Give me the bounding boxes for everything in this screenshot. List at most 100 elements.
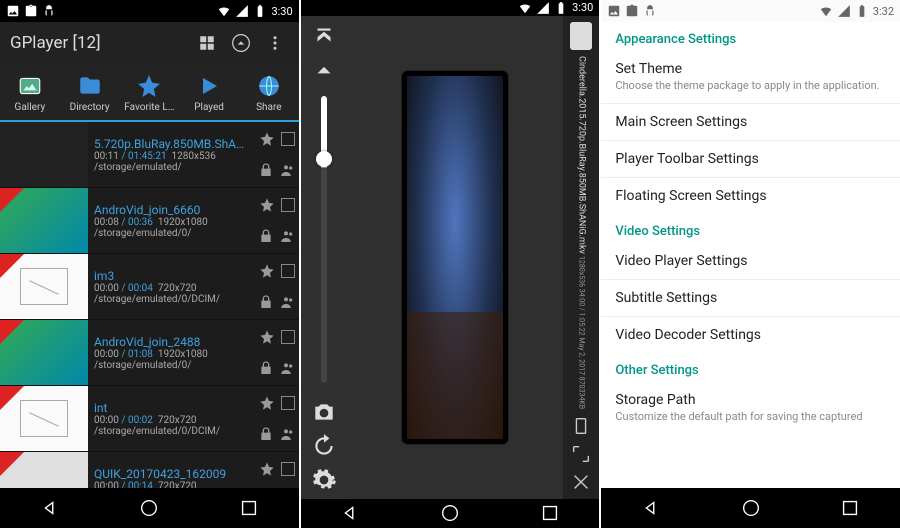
recents-button[interactable] bbox=[839, 497, 861, 519]
video-frame bbox=[407, 76, 503, 438]
nav-bar bbox=[601, 488, 900, 528]
list-item[interactable]: im3 00:00 / 00:04 720x720 /storage/emula… bbox=[0, 254, 299, 320]
app-bar: GPlayer [12] bbox=[0, 22, 299, 64]
video-path: /storage/emulated/ bbox=[94, 162, 249, 173]
lock-icon[interactable] bbox=[258, 294, 274, 310]
signal-icon bbox=[536, 1, 550, 15]
checkbox[interactable] bbox=[281, 462, 295, 476]
repeat-button[interactable] bbox=[311, 433, 337, 459]
overflow-menu-button[interactable] bbox=[261, 29, 289, 57]
tab-directory[interactable]: Directory bbox=[60, 64, 120, 120]
star-icon[interactable] bbox=[259, 197, 275, 213]
thumbnail bbox=[0, 188, 88, 253]
back-button[interactable] bbox=[640, 497, 662, 519]
tab-label: Played bbox=[194, 102, 224, 113]
lock-icon[interactable] bbox=[258, 228, 274, 244]
checkbox[interactable] bbox=[281, 330, 295, 344]
list-item[interactable]: QUIK_20170423_162009 00:00 / 00:14 720x7… bbox=[0, 452, 299, 488]
row-actions bbox=[255, 122, 299, 187]
close-button[interactable] bbox=[570, 471, 592, 493]
tabs: Gallery Directory Favorite L… Played Sha… bbox=[0, 64, 299, 122]
folder-icon bbox=[76, 72, 104, 100]
recents-button[interactable] bbox=[238, 497, 260, 519]
list-item[interactable]: AndroVid_join_6660 00:08 / 00:36 1920x10… bbox=[0, 188, 299, 254]
skip-start-button[interactable] bbox=[311, 22, 337, 48]
lock-icon[interactable] bbox=[258, 426, 274, 442]
new-badge bbox=[0, 254, 24, 278]
settings-item-player-toolbar[interactable]: Player Toolbar Settings bbox=[601, 140, 900, 177]
panel-gplayer-list: 3:30 GPlayer [12] Gallery Directory Favo… bbox=[0, 0, 299, 528]
grid-view-button[interactable] bbox=[193, 29, 221, 57]
video-meta: 1280x536 34:00 / 1:05:22 May 2, 2017 870… bbox=[577, 256, 585, 409]
up-arrow-button[interactable] bbox=[227, 29, 255, 57]
star-icon[interactable] bbox=[259, 461, 275, 477]
tab-favorite[interactable]: Favorite L… bbox=[119, 64, 179, 120]
settings-item-storage-path[interactable]: Storage Path Customize the default path … bbox=[601, 382, 900, 434]
settings-header: Video Settings bbox=[601, 214, 900, 243]
thumbnail bbox=[0, 320, 88, 385]
star-icon[interactable] bbox=[259, 329, 275, 345]
settings-header: Other Settings bbox=[601, 353, 900, 382]
checkbox[interactable] bbox=[281, 198, 295, 212]
battery-icon bbox=[253, 4, 267, 18]
video-path: /storage/emulated/0/ bbox=[94, 228, 249, 239]
settings-item-video-decoder[interactable]: Video Decoder Settings bbox=[601, 316, 900, 353]
group-icon[interactable] bbox=[280, 228, 296, 244]
player-toolbar bbox=[301, 16, 347, 499]
settings-title: Set Theme bbox=[615, 61, 886, 77]
checkbox[interactable] bbox=[281, 132, 295, 146]
star-icon[interactable] bbox=[259, 263, 275, 279]
video-list[interactable]: 5.720p.BluRay.850MB.ShA… 00:11 / 01:45:2… bbox=[0, 122, 299, 488]
settings-item-video-player[interactable]: Video Player Settings bbox=[601, 243, 900, 279]
fullscreen-button[interactable] bbox=[570, 443, 592, 465]
back-button[interactable] bbox=[39, 497, 61, 519]
settings-item-main-screen[interactable]: Main Screen Settings bbox=[601, 103, 900, 140]
seek-slider[interactable] bbox=[321, 96, 327, 383]
wifi-icon bbox=[217, 4, 231, 18]
gear-icon[interactable] bbox=[311, 467, 337, 493]
settings-subtitle: Choose the theme package to apply in the… bbox=[615, 79, 886, 93]
checkbox[interactable] bbox=[281, 396, 295, 410]
list-item[interactable]: int 00:00 / 00:02 720x720 /storage/emula… bbox=[0, 386, 299, 452]
list-item[interactable]: 5.720p.BluRay.850MB.ShA… 00:11 / 01:45:2… bbox=[0, 122, 299, 188]
home-button[interactable] bbox=[740, 497, 762, 519]
status-time: 3:30 bbox=[271, 5, 292, 18]
rotate-button[interactable] bbox=[570, 415, 592, 437]
wifi-icon bbox=[819, 4, 833, 18]
camera-button[interactable] bbox=[311, 399, 337, 425]
lock-icon[interactable] bbox=[258, 360, 274, 376]
tab-played[interactable]: Played bbox=[179, 64, 239, 120]
slider-thumb[interactable] bbox=[316, 151, 332, 167]
home-button[interactable] bbox=[138, 497, 160, 519]
settings-item-set-theme[interactable]: Set Theme Choose the theme package to ap… bbox=[601, 51, 900, 103]
video-filename: Cinderella.2015.720p.BluRay.850MB.ShANiG… bbox=[576, 56, 586, 254]
list-item[interactable]: AndroVid_join_2488 00:00 / 01:08 1920x10… bbox=[0, 320, 299, 386]
group-icon[interactable] bbox=[280, 426, 296, 442]
checkbox[interactable] bbox=[281, 264, 295, 278]
group-icon[interactable] bbox=[280, 360, 296, 376]
recents-button[interactable] bbox=[539, 502, 561, 524]
settings-list[interactable]: Appearance Settings Set Theme Choose the… bbox=[601, 22, 900, 488]
star-icon[interactable] bbox=[259, 395, 275, 411]
video-title: 5.720p.BluRay.850MB.ShA… bbox=[94, 137, 249, 151]
tab-share[interactable]: Share bbox=[239, 64, 299, 120]
new-badge bbox=[0, 452, 24, 476]
back-button[interactable] bbox=[339, 502, 361, 524]
video-viewport[interactable] bbox=[347, 16, 564, 499]
step-up-button[interactable] bbox=[311, 56, 337, 82]
battery-indicator bbox=[570, 22, 592, 50]
android-icon bbox=[42, 4, 56, 18]
settings-item-subtitle[interactable]: Subtitle Settings bbox=[601, 279, 900, 316]
group-icon[interactable] bbox=[280, 294, 296, 310]
signal-icon bbox=[235, 4, 249, 18]
lock-icon[interactable] bbox=[258, 162, 274, 178]
signal-icon bbox=[837, 4, 851, 18]
star-icon[interactable] bbox=[259, 131, 275, 147]
video-title: im3 bbox=[94, 269, 249, 283]
video-title: AndroVid_join_2488 bbox=[94, 335, 249, 349]
home-button[interactable] bbox=[439, 502, 461, 524]
settings-item-floating-screen[interactable]: Floating Screen Settings bbox=[601, 177, 900, 214]
tab-gallery[interactable]: Gallery bbox=[0, 64, 60, 120]
group-icon[interactable] bbox=[280, 162, 296, 178]
battery-icon bbox=[855, 4, 869, 18]
